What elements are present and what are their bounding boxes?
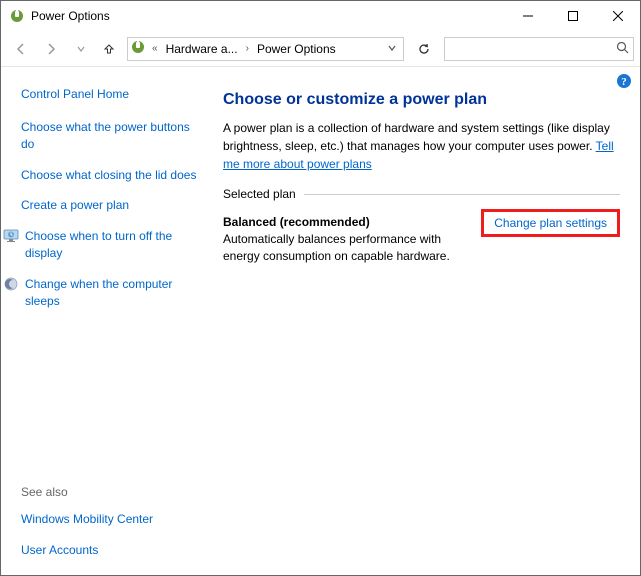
chevron-right-icon[interactable]: › bbox=[244, 43, 251, 54]
sidebar-item-turn-off-display: Choose when to turn off the display bbox=[1, 228, 201, 262]
see-also-mobility-center[interactable]: Windows Mobility Center bbox=[21, 511, 201, 528]
desc-text: A power plan is a collection of hardware… bbox=[223, 121, 610, 153]
plan-name: Balanced (recommended) bbox=[223, 215, 469, 229]
see-also-user-accounts[interactable]: User Accounts bbox=[21, 542, 201, 559]
svg-text:?: ? bbox=[621, 76, 627, 88]
sidebar-link-closing-lid[interactable]: Choose what closing the lid does bbox=[21, 167, 201, 184]
refresh-button[interactable] bbox=[410, 37, 438, 61]
power-options-icon bbox=[130, 39, 146, 58]
sidebar-link-create-plan[interactable]: Create a power plan bbox=[21, 197, 201, 214]
search-input[interactable] bbox=[449, 42, 616, 56]
breadcrumb-back-chevron[interactable]: « bbox=[150, 43, 160, 54]
content: Control Panel Home Choose what the power… bbox=[1, 67, 640, 575]
recent-dropdown[interactable] bbox=[67, 35, 95, 63]
control-panel-home-link[interactable]: Control Panel Home bbox=[21, 87, 201, 101]
main: ? Choose or customize a power plan A pow… bbox=[211, 67, 640, 575]
window-buttons bbox=[505, 1, 640, 31]
sidebar-item-computer-sleeps: Change when the computer sleeps bbox=[1, 276, 201, 310]
change-plan-settings-link[interactable]: Change plan settings bbox=[481, 209, 620, 237]
section-header: Selected plan bbox=[223, 187, 620, 201]
close-button[interactable] bbox=[595, 1, 640, 31]
moon-icon bbox=[3, 276, 19, 292]
plan-row: Balanced (recommended) Automatically bal… bbox=[223, 215, 620, 265]
maximize-button[interactable] bbox=[550, 1, 595, 31]
sidebar: Control Panel Home Choose what the power… bbox=[1, 67, 211, 575]
back-button[interactable] bbox=[7, 35, 35, 63]
address-bar[interactable]: « Hardware a... › Power Options bbox=[127, 37, 404, 61]
plan-description: Automatically balances performance with … bbox=[223, 231, 469, 265]
page-description: A power plan is a collection of hardware… bbox=[223, 119, 620, 173]
search-box[interactable] bbox=[444, 37, 634, 61]
sidebar-link-power-buttons[interactable]: Choose what the power buttons do bbox=[21, 119, 201, 153]
minimize-button[interactable] bbox=[505, 1, 550, 31]
see-also-label: See also bbox=[21, 485, 201, 499]
sidebar-link-turn-off-display[interactable]: Choose when to turn off the display bbox=[25, 228, 201, 262]
section-label: Selected plan bbox=[223, 187, 304, 201]
plan-info: Balanced (recommended) Automatically bal… bbox=[223, 215, 469, 265]
window-title: Power Options bbox=[31, 9, 505, 23]
up-button[interactable] bbox=[97, 35, 121, 63]
sidebar-bottom: See also Windows Mobility Center User Ac… bbox=[21, 485, 201, 563]
sidebar-link-computer-sleeps[interactable]: Change when the computer sleeps bbox=[25, 276, 201, 310]
forward-button[interactable] bbox=[37, 35, 65, 63]
sidebar-top: Control Panel Home Choose what the power… bbox=[21, 87, 201, 485]
page-heading: Choose or customize a power plan bbox=[223, 91, 620, 109]
navbar: « Hardware a... › Power Options bbox=[1, 31, 640, 67]
breadcrumb-seg-hardware[interactable]: Hardware a... bbox=[164, 42, 240, 56]
monitor-icon bbox=[3, 228, 19, 244]
help-icon[interactable]: ? bbox=[616, 73, 632, 89]
address-dropdown[interactable] bbox=[383, 42, 401, 56]
power-options-icon bbox=[9, 8, 25, 24]
breadcrumb-seg-power[interactable]: Power Options bbox=[255, 42, 338, 56]
titlebar: Power Options bbox=[1, 1, 640, 31]
section-divider bbox=[304, 194, 620, 195]
search-icon[interactable] bbox=[616, 41, 629, 57]
